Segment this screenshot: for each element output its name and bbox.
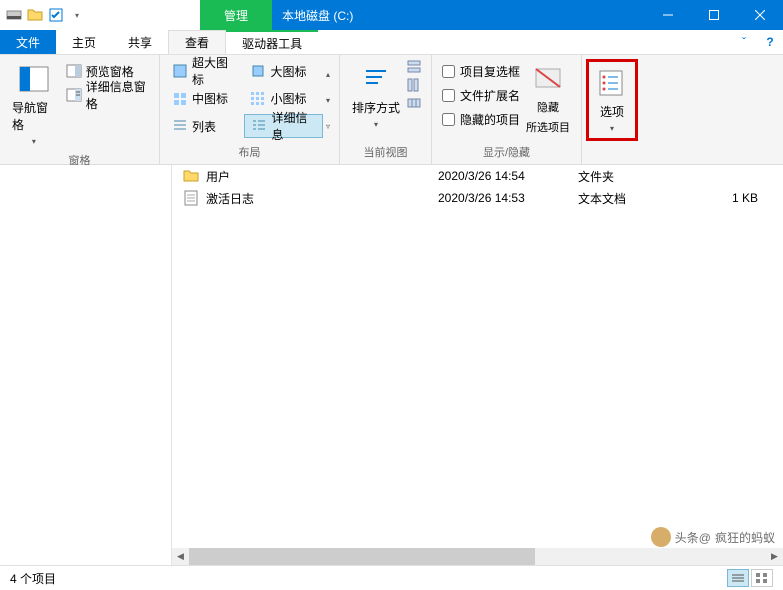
properties-icon[interactable] xyxy=(48,7,64,23)
checkbox-input[interactable] xyxy=(442,89,455,102)
avatar-icon xyxy=(651,527,671,547)
maximize-button[interactable] xyxy=(691,0,737,30)
layout-more-icon[interactable]: ▿ xyxy=(323,122,333,131)
chevron-down-icon: ▾ xyxy=(29,137,39,146)
hide-selected-button[interactable]: 隐藏 所选项目 xyxy=(524,59,572,139)
layout-list[interactable]: 列表 xyxy=(166,114,242,138)
layout-scroll-down-icon[interactable]: ▾ xyxy=(323,96,333,105)
tab-drive-tools[interactable]: 驱动器工具 xyxy=(226,30,318,54)
size-columns-icon[interactable] xyxy=(406,95,422,111)
layout-large-icons[interactable]: 大图标 xyxy=(244,59,323,83)
icons-view-toggle[interactable] xyxy=(751,569,773,587)
scroll-right-icon[interactable]: ▶ xyxy=(766,551,783,562)
sort-by-button[interactable]: 排序方式 ▾ xyxy=(346,59,406,133)
list-icon xyxy=(172,118,188,134)
file-type-icon xyxy=(182,189,200,207)
layout-medium-icons[interactable]: 中图标 xyxy=(166,87,242,111)
tab-file[interactable]: 文件 xyxy=(0,30,56,54)
scroll-left-icon[interactable]: ◀ xyxy=(172,551,189,562)
close-button[interactable] xyxy=(737,0,783,30)
ribbon-help-area: ˇ ? xyxy=(731,30,783,54)
checkbox-item-checkboxes[interactable]: 项目复选框 xyxy=(438,59,524,83)
navigation-tree-pane[interactable] xyxy=(0,165,172,565)
layout-scroll-up-icon[interactable]: ▴ xyxy=(323,70,333,79)
file-type-icon xyxy=(182,167,200,185)
tab-home[interactable]: 主页 xyxy=(56,30,112,54)
help-icon[interactable]: ? xyxy=(757,30,783,54)
minimize-button[interactable] xyxy=(645,0,691,30)
ribbon-tabs: 文件 主页 共享 查看 驱动器工具 ˇ ? xyxy=(0,30,783,55)
ribbon-group-options: 选项 ▾ xyxy=(582,55,642,164)
titlebar: ▾ 管理 本地磁盘 (C:) xyxy=(0,0,783,30)
nav-pane-label: 导航窗格 xyxy=(12,99,56,133)
details-pane-icon xyxy=(66,87,82,103)
contextual-tab-header: 管理 xyxy=(200,0,272,30)
details-pane-button[interactable]: 详细信息窗格 xyxy=(62,83,153,107)
ribbon-group-show-hide: 项目复选框 文件扩展名 隐藏的项目 隐藏 所选项目 显示/隐藏 xyxy=(432,55,582,164)
quick-access-toolbar: ▾ xyxy=(0,0,85,30)
file-type: 文本文档 xyxy=(578,190,688,207)
drive-icon xyxy=(6,7,22,23)
window-controls xyxy=(645,0,783,30)
layout-details[interactable]: 详细信息 xyxy=(244,114,323,138)
scroll-track[interactable] xyxy=(189,548,766,565)
layout-small-icons[interactable]: 小图标 xyxy=(244,87,323,111)
options-button[interactable]: 选项 ▾ xyxy=(590,63,634,137)
file-row[interactable]: 激活日志2020/3/26 14:53文本文档1 KB xyxy=(172,187,783,209)
options-icon xyxy=(596,67,628,99)
highlight-annotation: 选项 ▾ xyxy=(586,59,638,141)
checkbox-file-extensions[interactable]: 文件扩展名 xyxy=(438,83,524,107)
file-list-pane[interactable]: 用户2020/3/26 14:54文件夹激活日志2020/3/26 14:53文… xyxy=(172,165,783,565)
ribbon-group-panes: 导航窗格 ▾ 预览窗格 详细信息窗格 窗格 xyxy=(0,55,160,164)
nav-pane-icon xyxy=(18,63,50,95)
folder-icon xyxy=(27,7,43,23)
ribbon-collapse-icon[interactable]: ˇ xyxy=(731,30,757,54)
file-size: 1 KB xyxy=(688,191,768,205)
file-name: 用户 xyxy=(206,168,438,185)
view-mode-toggles xyxy=(727,569,773,587)
checkbox-hidden-items[interactable]: 隐藏的项目 xyxy=(438,107,524,131)
qat-dropdown-icon[interactable]: ▾ xyxy=(69,11,85,20)
scroll-thumb[interactable] xyxy=(189,548,535,565)
file-area: 用户2020/3/26 14:54文件夹激活日志2020/3/26 14:53文… xyxy=(0,165,783,565)
window-title: 本地磁盘 (C:) xyxy=(272,0,645,30)
details-view-toggle[interactable] xyxy=(727,569,749,587)
sort-icon xyxy=(360,63,392,95)
group-label-show-hide: 显示/隐藏 xyxy=(438,142,575,162)
tab-share[interactable]: 共享 xyxy=(112,30,168,54)
small-icons-icon xyxy=(250,91,266,107)
file-name: 激活日志 xyxy=(206,190,438,207)
add-columns-icon[interactable] xyxy=(406,77,422,93)
large-icons-icon xyxy=(250,63,266,79)
group-label-layout: 布局 xyxy=(166,142,333,162)
file-date: 2020/3/26 14:53 xyxy=(438,191,578,205)
extra-large-icons-icon xyxy=(172,63,188,79)
ribbon-group-layout: 超大图标 大图标 中图标 小图标 列表 xyxy=(160,55,340,164)
ribbon: 导航窗格 ▾ 预览窗格 详细信息窗格 窗格 超大图标 xyxy=(0,55,783,165)
status-bar: 4 个项目 xyxy=(0,565,783,590)
hide-icon xyxy=(532,63,564,95)
nav-pane-button[interactable]: 导航窗格 ▾ xyxy=(6,59,62,150)
file-row[interactable]: 用户2020/3/26 14:54文件夹 xyxy=(172,165,783,187)
file-type: 文件夹 xyxy=(578,168,688,185)
layout-extra-large-icons[interactable]: 超大图标 xyxy=(166,59,242,83)
group-by-icon[interactable] xyxy=(406,59,422,75)
chevron-down-icon: ▾ xyxy=(607,124,617,133)
checkbox-input[interactable] xyxy=(442,113,455,126)
item-count-label: 4 个项目 xyxy=(10,570,56,587)
tab-view[interactable]: 查看 xyxy=(168,30,226,54)
group-label-current-view: 当前视图 xyxy=(346,142,425,162)
checkbox-input[interactable] xyxy=(442,65,455,78)
medium-icons-icon xyxy=(172,91,188,107)
details-icon xyxy=(251,118,267,134)
file-date: 2020/3/26 14:54 xyxy=(438,169,578,183)
chevron-down-icon: ▾ xyxy=(371,120,381,129)
horizontal-scrollbar[interactable]: ◀ ▶ xyxy=(172,548,783,565)
preview-pane-icon xyxy=(66,63,82,79)
ribbon-group-current-view: 排序方式 ▾ 当前视图 xyxy=(340,55,432,164)
watermark: 头条@ 疯狂的蚂蚁 xyxy=(651,527,775,547)
